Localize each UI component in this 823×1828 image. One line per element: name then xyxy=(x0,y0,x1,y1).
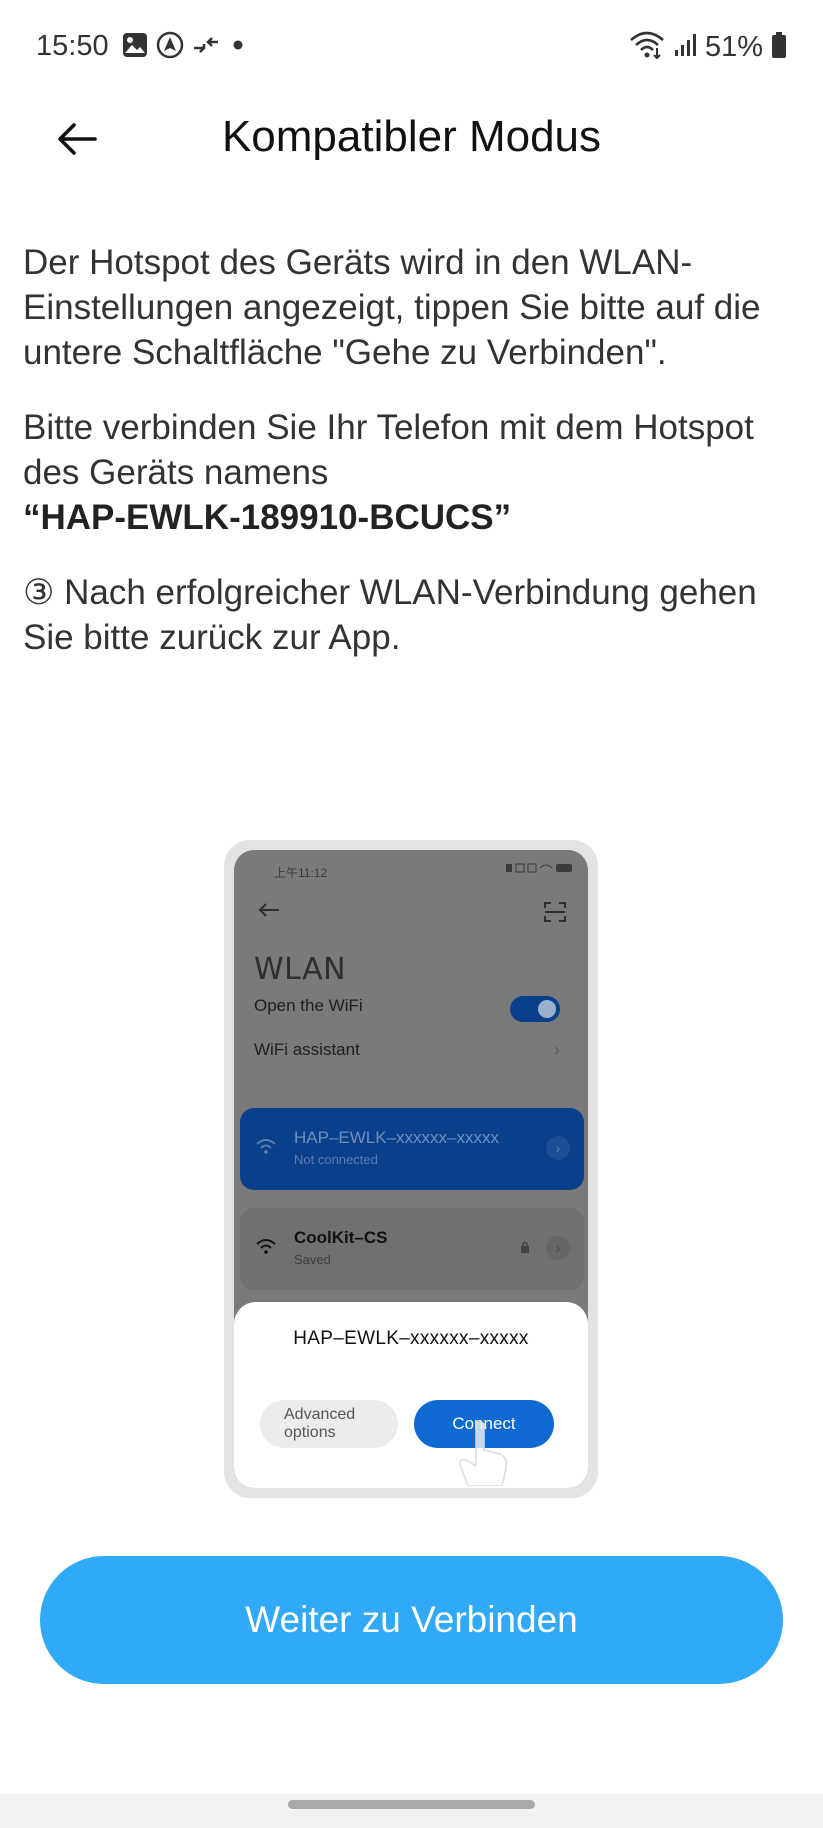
instruction-paragraph-1: Der Hotspot des Geräts wird in den WLAN-… xyxy=(23,243,761,372)
hotspot-name: “HAP-EWLK-189910-BCUCS” xyxy=(23,498,512,537)
signal-icon xyxy=(673,32,697,63)
instruction-paragraph-2: Bitte verbinden Sie Ihr Telefon mit dem … xyxy=(23,405,793,540)
illustration-open-wifi-label: Open the WiFi xyxy=(254,996,363,1015)
instruction-paragraph-3: ③ Nach erfolgreicher WLAN-Verbindung geh… xyxy=(23,573,757,657)
illustration-network-status: Not connected xyxy=(294,1152,378,1167)
phone-screen: 上午11:12 WLAN Open the WiFi WiFi assistan… xyxy=(234,850,588,1488)
illustration-network-name: HAP–EWLK–xxxxxx–xxxxx xyxy=(294,1128,499,1147)
illustration-connect-dialog: HAP–EWLK–xxxxxx–xxxxx Advanced options C… xyxy=(234,1302,588,1488)
illustration-time: 上午11:12 xyxy=(274,866,328,880)
battery-icon xyxy=(771,31,787,64)
status-time: 15:50 xyxy=(36,30,109,62)
illustration-advanced-line-1: Advanced xyxy=(284,1406,356,1423)
battery-percentage: 51% xyxy=(704,30,763,63)
illustration-status-icons xyxy=(506,862,576,874)
illustration-title: WLAN xyxy=(254,952,347,987)
navigation-bar xyxy=(0,1794,823,1828)
illustration-scan-icon xyxy=(544,902,566,927)
illustration-wifi-assistant-row: WiFi assistant › xyxy=(254,1040,574,1060)
wifi-icon xyxy=(256,1138,276,1159)
illustration-network-hap: HAP–EWLK–xxxxxx–xxxxx Not connected › xyxy=(240,1108,584,1190)
instruction-paragraph-2-text: Bitte verbinden Sie Ihr Telefon mit dem … xyxy=(23,408,754,492)
illustration-network-name: CoolKit–CS xyxy=(294,1228,388,1247)
wifi-icon xyxy=(629,30,665,65)
chevron-right-icon: › xyxy=(546,1136,570,1160)
system-icons: 51% xyxy=(629,30,787,64)
illustration-network-status: Saved xyxy=(294,1252,331,1267)
chevron-right-icon: › xyxy=(554,1040,560,1060)
home-indicator[interactable] xyxy=(288,1800,535,1809)
status-bar: 15:50 51% xyxy=(0,0,823,94)
instructions-text: Der Hotspot des Geräts wird in den WLAN-… xyxy=(23,240,793,690)
location-icon xyxy=(156,31,184,64)
illustration-advanced-line-2: options xyxy=(284,1424,336,1441)
dot-icon xyxy=(228,35,248,60)
page-title: Kompatibler Modus xyxy=(221,112,602,161)
illustration-advanced-options-button: Advanced options xyxy=(260,1400,398,1448)
illustration-open-wifi-row: Open the WiFi xyxy=(254,996,574,1022)
illustration-wifi-assistant-label: WiFi assistant xyxy=(254,1040,360,1059)
app-header: Kompatibler Modus xyxy=(0,94,823,244)
lock-icon xyxy=(520,1240,530,1258)
transfer-icon xyxy=(192,32,220,63)
notification-icons xyxy=(122,31,248,64)
illustration-back-icon xyxy=(258,902,280,923)
hand-pointer-icon xyxy=(454,1420,514,1488)
phone-illustration: 上午11:12 WLAN Open the WiFi WiFi assistan… xyxy=(224,840,598,1498)
wifi-icon xyxy=(256,1238,276,1259)
illustration-network-coolkit: CoolKit–CS Saved › xyxy=(240,1208,584,1290)
illustration-dialog-title: HAP–EWLK–xxxxxx–xxxxx xyxy=(293,1328,529,1349)
chevron-right-icon: › xyxy=(546,1236,570,1260)
illustration-wifi-toggle xyxy=(510,996,560,1022)
image-icon xyxy=(122,32,148,63)
go-to-connect-button[interactable]: Weiter zu Verbinden xyxy=(40,1556,783,1684)
